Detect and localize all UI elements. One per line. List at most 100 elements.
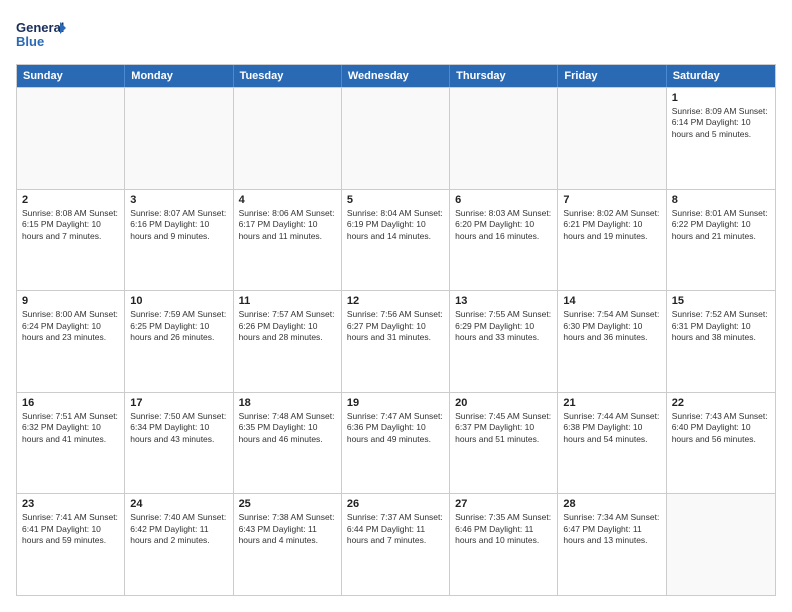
day-number: 19 [347,397,444,409]
day-info: Sunrise: 7:35 AM Sunset: 6:46 PM Dayligh… [455,512,552,546]
day-number: 18 [239,397,336,409]
day-info: Sunrise: 7:55 AM Sunset: 6:29 PM Dayligh… [455,309,552,343]
day-of-week-sunday: Sunday [17,65,125,87]
day-cell-27: 27 Sunrise: 7:35 AM Sunset: 6:46 PM Dayli… [450,494,558,595]
day-of-week-tuesday: Tuesday [234,65,342,87]
day-number: 5 [347,194,444,206]
page: General Blue SundayMondayTuesdayWednesda… [0,0,792,612]
day-info: Sunrise: 7:54 AM Sunset: 6:30 PM Dayligh… [563,309,660,343]
day-number: 9 [22,295,119,307]
day-info: Sunrise: 7:38 AM Sunset: 6:43 PM Dayligh… [239,512,336,546]
day-cell-21: 21 Sunrise: 7:44 AM Sunset: 6:38 PM Dayli… [558,393,666,494]
day-info: Sunrise: 7:50 AM Sunset: 6:34 PM Dayligh… [130,411,227,445]
day-number: 7 [563,194,660,206]
calendar-header: SundayMondayTuesdayWednesdayThursdayFrid… [17,65,775,87]
day-cell-5: 5Sunrise: 8:04 AM Sunset: 6:19 PM Daylig… [342,190,450,291]
day-number: 8 [672,194,770,206]
day-info: Sunrise: 8:07 AM Sunset: 6:16 PM Dayligh… [130,208,227,242]
svg-text:Blue: Blue [16,34,44,49]
day-cell-7: 7 Sunrise: 8:02 AM Sunset: 6:21 PM Daylig… [558,190,666,291]
day-info: Sunrise: 7:56 AM Sunset: 6:27 PM Dayligh… [347,309,444,343]
calendar-week-1: 1 Sunrise: 8:09 AM Sunset: 6:14 PM Daylig… [17,87,775,189]
day-cell-23: 23 Sunrise: 7:41 AM Sunset: 6:41 PM Dayli… [17,494,125,595]
day-cell-18: 18Sunrise: 7:48 AM Sunset: 6:35 PM Dayli… [234,393,342,494]
day-info: Sunrise: 7:52 AM Sunset: 6:31 PM Dayligh… [672,309,770,343]
day-number: 21 [563,397,660,409]
day-number: 23 [22,498,119,510]
day-cell-20: 20Sunrise: 7:45 AM Sunset: 6:37 PM Dayli… [450,393,558,494]
day-number: 15 [672,295,770,307]
day-info: Sunrise: 7:57 AM Sunset: 6:26 PM Dayligh… [239,309,336,343]
day-of-week-friday: Friday [558,65,666,87]
day-info: Sunrise: 7:43 AM Sunset: 6:40 PM Dayligh… [672,411,770,445]
day-cell-6: 6 Sunrise: 8:03 AM Sunset: 6:20 PM Daylig… [450,190,558,291]
day-info: Sunrise: 7:37 AM Sunset: 6:44 PM Dayligh… [347,512,444,546]
day-info: Sunrise: 8:09 AM Sunset: 6:14 PM Dayligh… [672,106,770,140]
calendar-week-3: 9 Sunrise: 8:00 AM Sunset: 6:24 PM Daylig… [17,290,775,392]
day-number: 2 [22,194,119,206]
day-of-week-thursday: Thursday [450,65,558,87]
calendar-body: 1 Sunrise: 8:09 AM Sunset: 6:14 PM Daylig… [17,87,775,595]
day-cell-13: 13Sunrise: 7:55 AM Sunset: 6:29 PM Dayli… [450,291,558,392]
day-number: 16 [22,397,119,409]
day-number: 11 [239,295,336,307]
day-number: 27 [455,498,552,510]
empty-cell [342,88,450,189]
logo-svg: General Blue [16,16,66,56]
day-number: 20 [455,397,552,409]
day-cell-26: 26 Sunrise: 7:37 AM Sunset: 6:44 PM Dayli… [342,494,450,595]
day-number: 6 [455,194,552,206]
day-cell-4: 4 Sunrise: 8:06 AM Sunset: 6:17 PM Daylig… [234,190,342,291]
day-cell-8: 8 Sunrise: 8:01 AM Sunset: 6:22 PM Daylig… [667,190,775,291]
day-info: Sunrise: 7:41 AM Sunset: 6:41 PM Dayligh… [22,512,119,546]
day-cell-12: 12Sunrise: 7:56 AM Sunset: 6:27 PM Dayli… [342,291,450,392]
day-number: 26 [347,498,444,510]
day-info: Sunrise: 7:51 AM Sunset: 6:32 PM Dayligh… [22,411,119,445]
calendar-week-2: 2 Sunrise: 8:08 AM Sunset: 6:15 PM Daylig… [17,189,775,291]
day-of-week-wednesday: Wednesday [342,65,450,87]
day-info: Sunrise: 8:01 AM Sunset: 6:22 PM Dayligh… [672,208,770,242]
svg-text:General: General [16,20,64,35]
day-cell-19: 19 Sunrise: 7:47 AM Sunset: 6:36 PM Dayli… [342,393,450,494]
empty-cell [558,88,666,189]
day-cell-1: 1 Sunrise: 8:09 AM Sunset: 6:14 PM Daylig… [667,88,775,189]
day-info: Sunrise: 7:47 AM Sunset: 6:36 PM Dayligh… [347,411,444,445]
day-cell-9: 9 Sunrise: 8:00 AM Sunset: 6:24 PM Daylig… [17,291,125,392]
day-number: 14 [563,295,660,307]
day-cell-11: 11 Sunrise: 7:57 AM Sunset: 6:26 PM Dayli… [234,291,342,392]
day-cell-22: 22 Sunrise: 7:43 AM Sunset: 6:40 PM Dayli… [667,393,775,494]
day-cell-24: 24 Sunrise: 7:40 AM Sunset: 6:42 PM Dayli… [125,494,233,595]
day-number: 10 [130,295,227,307]
day-cell-10: 10 Sunrise: 7:59 AM Sunset: 6:25 PM Dayli… [125,291,233,392]
day-cell-16: 16 Sunrise: 7:51 AM Sunset: 6:32 PM Dayli… [17,393,125,494]
day-cell-2: 2 Sunrise: 8:08 AM Sunset: 6:15 PM Daylig… [17,190,125,291]
day-info: Sunrise: 7:34 AM Sunset: 6:47 PM Dayligh… [563,512,660,546]
empty-cell [17,88,125,189]
day-info: Sunrise: 8:03 AM Sunset: 6:20 PM Dayligh… [455,208,552,242]
empty-cell [125,88,233,189]
day-info: Sunrise: 7:40 AM Sunset: 6:42 PM Dayligh… [130,512,227,546]
empty-cell [450,88,558,189]
calendar-week-4: 16 Sunrise: 7:51 AM Sunset: 6:32 PM Dayli… [17,392,775,494]
day-info: Sunrise: 8:06 AM Sunset: 6:17 PM Dayligh… [239,208,336,242]
day-info: Sunrise: 7:59 AM Sunset: 6:25 PM Dayligh… [130,309,227,343]
day-number: 24 [130,498,227,510]
day-info: Sunrise: 8:00 AM Sunset: 6:24 PM Dayligh… [22,309,119,343]
day-of-week-monday: Monday [125,65,233,87]
empty-cell [667,494,775,595]
day-cell-14: 14 Sunrise: 7:54 AM Sunset: 6:30 PM Dayli… [558,291,666,392]
day-number: 25 [239,498,336,510]
day-info: Sunrise: 8:08 AM Sunset: 6:15 PM Dayligh… [22,208,119,242]
day-number: 22 [672,397,770,409]
day-number: 3 [130,194,227,206]
header: General Blue [16,16,776,56]
day-number: 4 [239,194,336,206]
day-number: 1 [672,92,770,104]
day-info: Sunrise: 7:44 AM Sunset: 6:38 PM Dayligh… [563,411,660,445]
calendar: SundayMondayTuesdayWednesdayThursdayFrid… [16,64,776,596]
day-cell-15: 15 Sunrise: 7:52 AM Sunset: 6:31 PM Dayli… [667,291,775,392]
day-cell-17: 17Sunrise: 7:50 AM Sunset: 6:34 PM Dayli… [125,393,233,494]
day-info: Sunrise: 8:02 AM Sunset: 6:21 PM Dayligh… [563,208,660,242]
empty-cell [234,88,342,189]
day-cell-25: 25 Sunrise: 7:38 AM Sunset: 6:43 PM Dayli… [234,494,342,595]
